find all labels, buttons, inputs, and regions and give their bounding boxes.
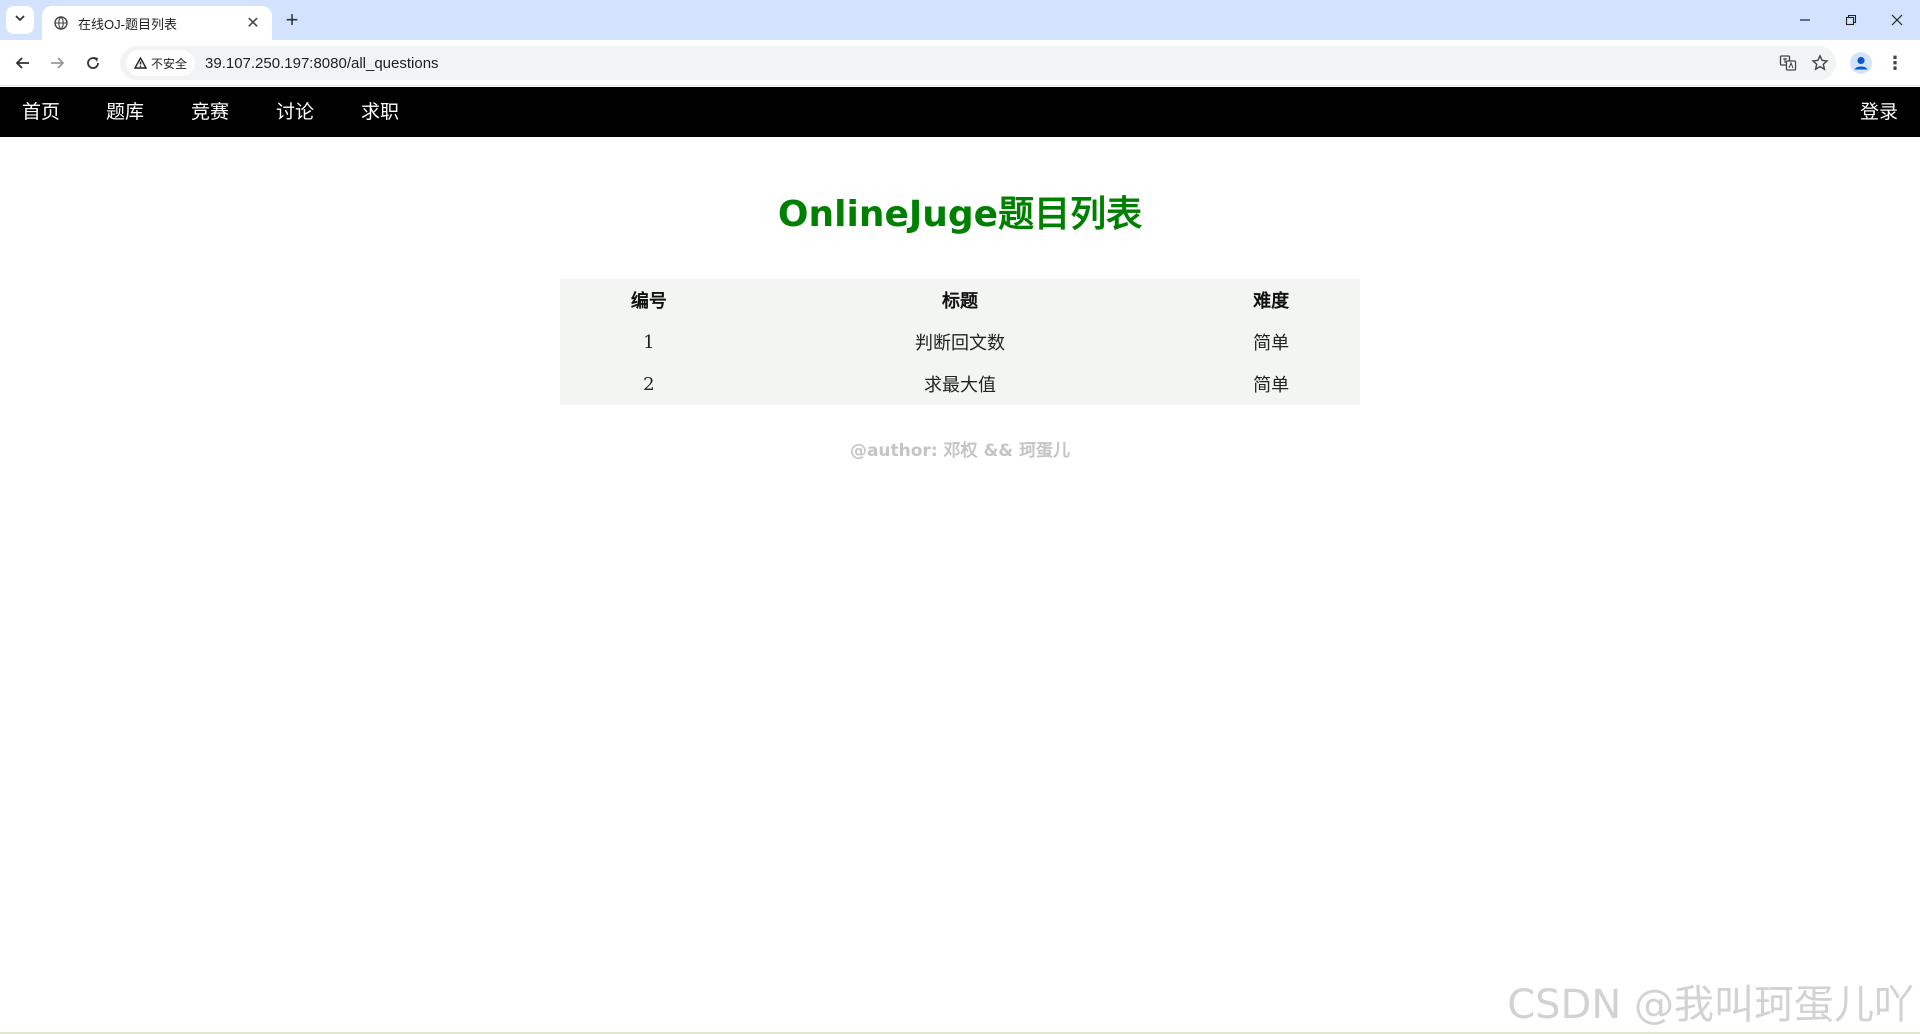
question-difficulty: 简单 [1253, 375, 1290, 396]
translate-icon[interactable] [1772, 47, 1804, 79]
table-header-row: 编号 标题 难度 [560, 279, 1360, 321]
nav-item-contest[interactable]: 竞赛 [191, 87, 229, 137]
profile-button[interactable] [1846, 48, 1876, 78]
restore-icon[interactable] [1828, 0, 1874, 40]
tab-title: 在线OJ-题目列表 [78, 16, 177, 32]
back-button[interactable] [8, 48, 38, 78]
reload-icon [87, 57, 99, 69]
url-text[interactable]: 39.107.250.197:8080/all_questions [205, 55, 1772, 72]
window-close-icon[interactable] [1874, 0, 1920, 40]
close-icon[interactable]: ✕ [244, 14, 262, 32]
table-row: 2 求最大值 简单 [560, 363, 1360, 405]
forward-button[interactable] [42, 48, 72, 78]
question-title-link[interactable]: 判断回文数 [738, 321, 1182, 363]
csdn-watermark: CSDN @我叫珂蛋儿吖 [1507, 982, 1914, 1028]
globe-icon [52, 14, 70, 32]
author-footer: @author: 邓权 && 珂蛋儿 [849, 441, 1071, 461]
window-controls [1782, 0, 1920, 40]
column-header-difficulty: 难度 [1253, 291, 1290, 312]
browser-tabstrip: 在线OJ-题目列表 ✕ + [0, 0, 1920, 40]
tab-search-button[interactable] [6, 6, 34, 34]
column-header-id: 编号 [630, 291, 667, 312]
nav-item-jobs[interactable]: 求职 [361, 87, 399, 137]
avatar-icon [1850, 52, 1872, 74]
minimize-icon[interactable] [1782, 0, 1828, 40]
table-row: 1 判断回文数 简单 [560, 321, 1360, 363]
kebab-menu-icon[interactable]: ⋮ [1880, 48, 1910, 78]
browser-toolbar: 不安全 39.107.250.197:8080/all_questions ⋮ [0, 40, 1920, 86]
browser-tab-active[interactable]: 在线OJ-题目列表 ✕ [42, 6, 272, 40]
questions-table: 编号 标题 难度 1 判断回文数 简单 2 求最大值 简单 [560, 279, 1360, 405]
address-bar[interactable]: 不安全 39.107.250.197:8080/all_questions [120, 46, 1836, 80]
reload-button[interactable] [78, 48, 108, 78]
warning-icon [134, 57, 147, 69]
nav-item-home[interactable]: 首页 [22, 87, 60, 137]
star-bookmark-icon[interactable] [1804, 47, 1836, 79]
nav-item-problemset[interactable]: 题库 [106, 87, 144, 137]
column-header-title: 标题 [941, 291, 978, 312]
login-link[interactable]: 登录 [1860, 87, 1898, 137]
new-tab-button[interactable]: + [280, 7, 304, 32]
question-title-link[interactable]: 求最大值 [738, 363, 1182, 405]
site-navbar: 首页 题库 竞赛 讨论 求职 登录 [0, 87, 1920, 137]
question-id: 1 [643, 331, 655, 353]
nav-item-discuss[interactable]: 讨论 [276, 87, 314, 137]
arrow-right-icon [51, 57, 65, 69]
chevron-down-icon [14, 11, 26, 29]
arrow-left-icon [15, 57, 29, 69]
question-id: 2 [643, 373, 655, 395]
security-chip[interactable]: 不安全 [126, 50, 196, 76]
security-label: 不安全 [151, 56, 188, 71]
question-difficulty: 简单 [1253, 333, 1290, 354]
page-title: OnlineJuge题目列表 [777, 194, 1143, 235]
page-viewport: 首页 题库 竞赛 讨论 求职 登录 OnlineJuge题目列表 编号 标题 难… [0, 87, 1920, 1034]
